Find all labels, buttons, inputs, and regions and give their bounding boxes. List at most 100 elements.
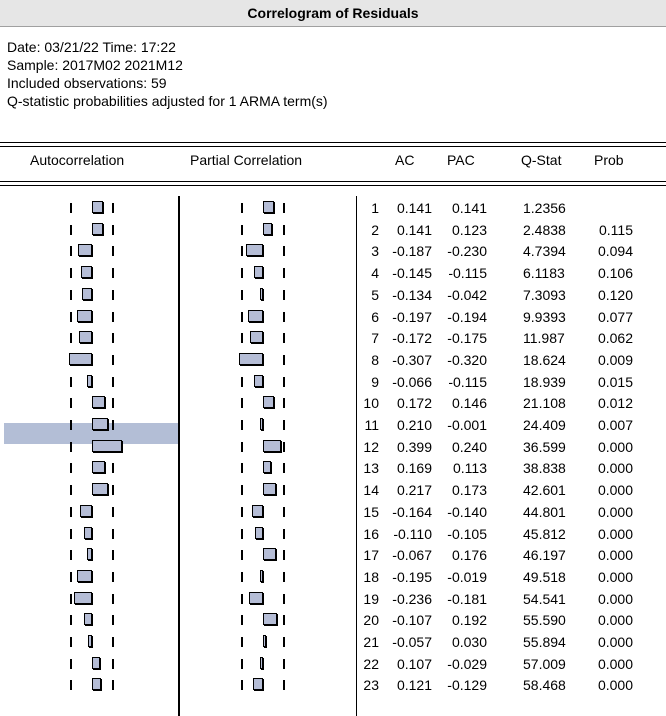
confidence-bound-marker	[112, 289, 114, 300]
header-bottom-rule	[0, 181, 666, 186]
table-row[interactable]: 7 -0.172 -0.175 11.987 0.062	[0, 328, 666, 350]
table-row[interactable]: 18 -0.195 -0.019 49.518 0.000	[0, 567, 666, 589]
confidence-bound-marker	[241, 289, 243, 300]
pac-cell: 0.240	[451, 438, 487, 455]
table-row[interactable]: 15 -0.164 -0.140 44.801 0.000	[0, 502, 666, 524]
table-row[interactable]: 1 0.141 0.141 1.2356	[0, 198, 666, 220]
table-row[interactable]: 22 0.107 -0.029 57.009 0.000	[0, 654, 666, 676]
pac-cell: -0.230	[447, 243, 487, 260]
qstat-cell: 1.2356	[523, 200, 566, 216]
confidence-bound-marker	[70, 680, 72, 691]
qstat-cell: 18.939	[523, 373, 566, 390]
partial-correlation-bar	[239, 352, 263, 365]
ac-cell: -0.195	[392, 568, 432, 585]
qstat-cell: 24.409	[523, 417, 566, 433]
prob-cell: 0.062	[597, 330, 633, 347]
table-row[interactable]: 10 0.172 0.146 21.108 0.012	[0, 393, 666, 415]
confidence-bound-marker	[283, 224, 285, 235]
confidence-bound-marker	[70, 246, 72, 257]
lag-cell: 20	[363, 612, 379, 629]
autocorrelation-bar	[84, 613, 92, 626]
confidence-bound-marker	[112, 224, 114, 235]
ac-cell: 0.121	[396, 677, 432, 694]
table-row[interactable]: 12 0.399 0.240 36.599 0.000	[0, 437, 666, 459]
table-row[interactable]: 9 -0.066 -0.115 18.939 0.015	[0, 372, 666, 394]
header-ac: AC	[395, 152, 415, 168]
confidence-bound-marker	[283, 376, 285, 387]
pac-cell: 0.192	[451, 612, 487, 629]
table-row[interactable]: 21 -0.057 0.030 55.894 0.000	[0, 632, 666, 654]
table-row[interactable]: 2 0.141 0.123 2.4838 0.115	[0, 220, 666, 242]
qstat-cell: 9.9393	[523, 308, 566, 325]
autocorrelation-bar	[92, 418, 108, 430]
table-row[interactable]: 5 -0.134 -0.042 7.3093 0.120	[0, 285, 666, 307]
table-row[interactable]: 3 -0.187 -0.230 4.7394 0.094	[0, 241, 666, 263]
autocorrelation-bar	[78, 244, 92, 257]
confidence-bound-marker	[241, 680, 243, 691]
qstat-cell: 7.3093	[523, 286, 566, 303]
table-row[interactable]: 13 0.169 0.113 38.838 0.000	[0, 458, 666, 480]
autocorrelation-bar	[88, 635, 92, 647]
confidence-bound-marker	[70, 615, 72, 626]
autocorrelation-bar	[92, 439, 122, 452]
confidence-bound-marker	[283, 658, 285, 669]
estimation-info: Date: 03/21/22 Time: 17:22 Sample: 2017M…	[7, 38, 328, 110]
lag-cell: 3	[371, 243, 379, 260]
confidence-bound-marker	[70, 376, 72, 387]
lag-cell: 11	[364, 417, 379, 433]
table-row[interactable]: 4 -0.145 -0.115 6.1183 0.106	[0, 263, 666, 285]
confidence-bound-marker	[70, 224, 72, 235]
confidence-bound-marker	[241, 268, 243, 279]
confidence-bound-marker	[70, 463, 72, 474]
table-row[interactable]: 14 0.217 0.173 42.601 0.000	[0, 480, 666, 502]
ac-cell: -0.307	[392, 351, 432, 368]
table-row[interactable]: 19 -0.236 -0.181 54.541 0.000	[0, 589, 666, 611]
window-title: Correlogram of Residuals	[0, 0, 666, 27]
confidence-bound-marker	[283, 333, 285, 344]
confidence-bound-marker	[112, 311, 114, 322]
table-row[interactable]: 8 -0.307 -0.320 18.624 0.009	[0, 350, 666, 372]
confidence-bound-marker	[283, 354, 285, 365]
table-row[interactable]: 20 -0.107 0.192 55.590 0.000	[0, 610, 666, 632]
qstat-cell: 55.894	[523, 634, 566, 650]
qstat-cell: 21.108	[523, 395, 566, 412]
lag-cell: 16	[363, 525, 379, 542]
autocorrelation-bar	[87, 374, 92, 387]
autocorrelation-bar	[77, 569, 92, 582]
pac-cell: -0.029	[447, 655, 487, 672]
table-row[interactable]: 16 -0.110 -0.105 45.812 0.000	[0, 524, 666, 546]
confidence-bound-marker	[283, 420, 285, 430]
lag-cell: 19	[363, 590, 379, 607]
confidence-bound-marker	[112, 246, 114, 257]
confidence-bound-marker	[283, 485, 285, 496]
prob-cell: 0.115	[599, 221, 633, 238]
pac-cell: -0.001	[447, 417, 487, 433]
partial-correlation-bar	[255, 526, 263, 539]
confidence-bound-marker	[70, 420, 72, 430]
table-row[interactable]: 11 0.210 -0.001 24.409 0.007	[0, 415, 666, 437]
date-line: Date: 03/21/22 Time: 17:22	[7, 39, 176, 55]
lag-cell: 13	[363, 460, 379, 477]
table-row[interactable]: 6 -0.197 -0.194 9.9393 0.077	[0, 307, 666, 329]
partial-correlation-bar	[254, 266, 263, 279]
ac-cell: -0.057	[392, 634, 432, 650]
confidence-bound-marker	[70, 506, 72, 517]
adjustment-note: Q-statistic probabilities adjusted for 1…	[7, 93, 328, 109]
header-prob: Prob	[594, 152, 624, 168]
autocorrelation-bar	[87, 548, 92, 561]
confidence-bound-marker	[70, 571, 72, 582]
table-row[interactable]: 23 0.121 -0.129 58.468 0.000	[0, 675, 666, 697]
partial-correlation-bar	[263, 548, 276, 561]
partial-correlation-bar	[263, 483, 276, 496]
prob-cell: 0.077	[597, 308, 633, 325]
confidence-bound-marker	[70, 289, 72, 300]
pac-cell: -0.115	[448, 265, 487, 282]
prob-cell: 0.000	[597, 547, 633, 564]
confidence-bound-marker	[241, 203, 243, 213]
table-row[interactable]: 17 -0.067 0.176 46.197 0.000	[0, 545, 666, 567]
pac-cell: -0.129	[447, 677, 487, 694]
qstat-cell: 46.197	[523, 547, 566, 564]
lag-cell: 22	[363, 655, 379, 672]
confidence-bound-marker	[283, 441, 285, 452]
confidence-bound-marker	[241, 398, 243, 409]
